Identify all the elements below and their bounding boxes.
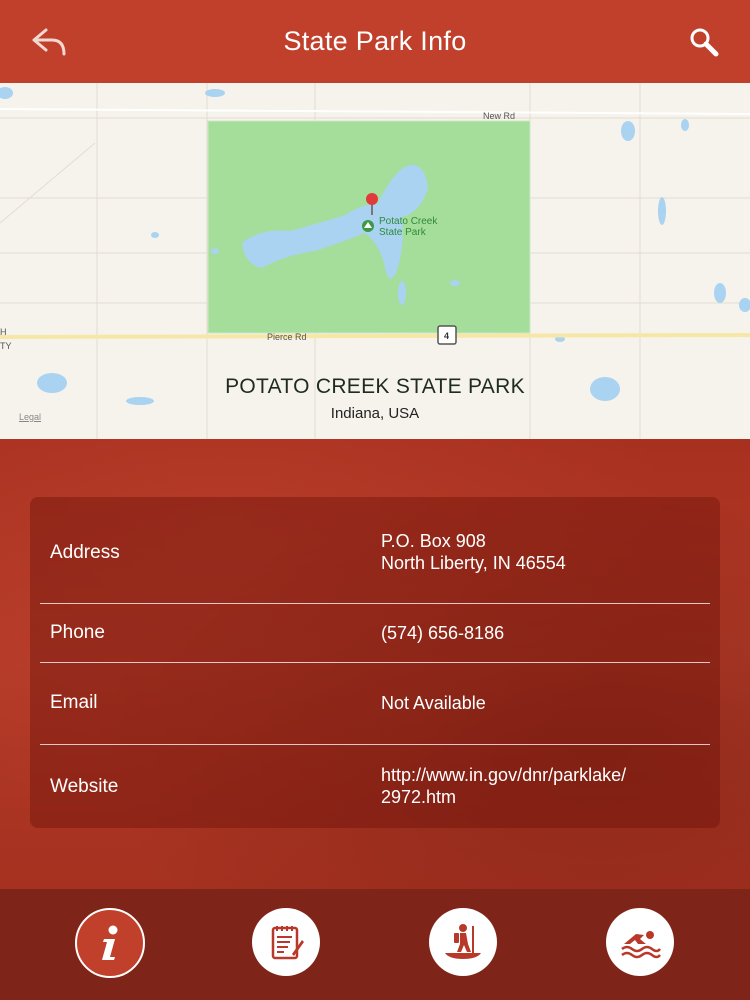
website-row[interactable]: Website http://www.in.gov/dnr/parklake/ …	[40, 763, 710, 813]
header-bar: State Park Info	[0, 0, 750, 83]
swimmer-icon	[621, 931, 661, 959]
bottom-tab-bar	[0, 889, 750, 1000]
back-button[interactable]	[30, 26, 68, 58]
website-value[interactable]: http://www.in.gov/dnr/parklake/ 2972.htm	[381, 764, 626, 808]
email-label: Email	[50, 692, 98, 713]
search-button[interactable]	[688, 26, 720, 58]
address-value: P.O. Box 908 North Liberty, IN 46554	[381, 530, 566, 574]
phone-row[interactable]: Phone (574) 656-8186	[40, 622, 710, 652]
address-label: Address	[50, 542, 120, 563]
phone-value[interactable]: (574) 656-8186	[381, 622, 504, 644]
address-line1: P.O. Box 908	[381, 531, 486, 551]
divider	[40, 744, 710, 745]
notepad-icon	[271, 926, 304, 960]
website-line1: http://www.in.gov/dnr/parklake/	[381, 765, 627, 785]
tab-paddling[interactable]	[429, 908, 497, 976]
park-map-label: Potato Creek State Park	[379, 216, 437, 238]
park-location: Indiana, USA	[330, 405, 420, 422]
tab-swimming[interactable]	[606, 908, 674, 976]
tab-notes[interactable]	[252, 908, 320, 976]
search-icon	[690, 28, 719, 57]
tab-info[interactable]	[75, 908, 145, 978]
route-number: 4	[444, 331, 450, 341]
park-map-label-line1: Potato Creek	[379, 216, 438, 227]
edge-label-h: H	[0, 327, 7, 337]
website-label: Website	[50, 776, 119, 797]
divider	[40, 662, 710, 663]
info-icon	[102, 925, 118, 960]
road-label-pierce-rd: Pierce Rd	[267, 332, 307, 342]
email-value: Not Available	[381, 693, 486, 713]
canoe-hiker-icon	[445, 924, 481, 959]
phone-label: Phone	[50, 622, 105, 643]
park-name: POTATO CREEK STATE PARK	[225, 375, 525, 398]
email-row: Email Not Available	[40, 692, 710, 722]
back-arrow-icon	[32, 28, 66, 56]
park-map-label-line2: State Park	[379, 227, 426, 238]
address-line2: North Liberty, IN 46554	[381, 553, 566, 573]
address-row: Address P.O. Box 908 North Liberty, IN 4…	[40, 528, 710, 588]
page-title: State Park Info	[283, 26, 467, 56]
website-line2: 2972.htm	[381, 787, 457, 807]
road-label-new-rd: New Rd	[483, 111, 516, 121]
info-card: Address P.O. Box 908 North Liberty, IN 4…	[30, 497, 720, 828]
divider	[40, 603, 710, 604]
park-map[interactable]: New Rd Pierce Rd 4 H TY Potato Creek Sta…	[0, 83, 750, 439]
edge-label-ty: TY	[0, 341, 12, 351]
